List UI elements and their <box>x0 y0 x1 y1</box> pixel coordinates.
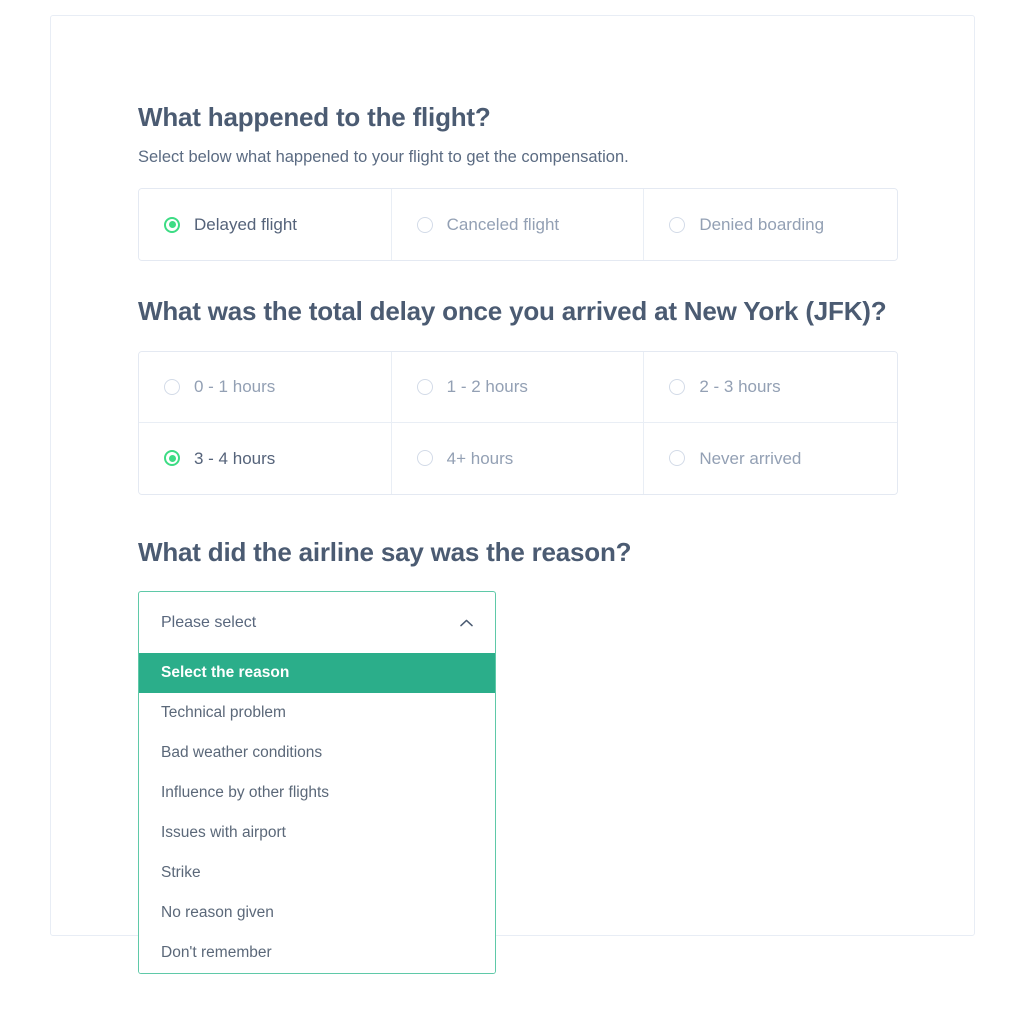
reason-option-dont-remember[interactable]: Don't remember <box>139 933 495 974</box>
page-root: What happened to the flight? Select belo… <box>0 0 1024 1024</box>
reason-option-select-the-reason[interactable]: Select the reason <box>139 653 495 694</box>
reason-option-influence-by-other-flights[interactable]: Influence by other flights <box>139 773 495 814</box>
radio-icon[interactable] <box>669 378 686 395</box>
option-never-arrived[interactable]: Never arrived <box>644 422 897 494</box>
reason-select: Please select Select the reason Technica… <box>138 591 496 975</box>
reason-option-label: Issues with airport <box>161 824 286 842</box>
option-denied-boarding[interactable]: Denied boarding <box>644 189 897 261</box>
radio-icon[interactable] <box>164 450 180 467</box>
reason-option-no-reason-given[interactable]: No reason given <box>139 893 495 934</box>
option-label: Never arrived <box>699 448 802 468</box>
option-4-plus-hours[interactable]: 4+ hours <box>391 422 645 494</box>
option-label: 0 - 1 hours <box>194 377 276 397</box>
option-label: Canceled flight <box>446 215 560 235</box>
reason-option-technical-problem[interactable]: Technical problem <box>139 693 495 734</box>
option-2-3-hours[interactable]: 2 - 3 hours <box>644 351 897 423</box>
reason-option-issues-with-airport[interactable]: Issues with airport <box>139 813 495 854</box>
total-delay-title: What was the total delay once you arrive… <box>138 296 887 327</box>
reason-option-label: Select the reason <box>161 664 290 682</box>
option-canceled-flight[interactable]: Canceled flight <box>391 189 645 261</box>
option-0-1-hours[interactable]: 0 - 1 hours <box>139 351 392 423</box>
reason-option-label: Strike <box>161 864 201 882</box>
section-total-delay: What was the total delay once you arrive… <box>138 294 898 495</box>
radio-icon[interactable] <box>416 216 433 233</box>
flight-event-option-group: Delayed flight Canceled flight Denied bo… <box>138 188 898 262</box>
reason-select-trigger[interactable]: Please select <box>138 591 496 654</box>
option-1-2-hours[interactable]: 1 - 2 hours <box>391 351 645 423</box>
reason-select-menu: Select the reason Technical problem Bad … <box>138 653 496 975</box>
radio-icon[interactable] <box>669 450 686 467</box>
page-title: What happened to the flight? <box>138 102 491 132</box>
option-3-4-hours[interactable]: 3 - 4 hours <box>139 422 392 494</box>
option-label: 4+ hours <box>446 448 514 468</box>
option-label: 3 - 4 hours <box>194 448 276 468</box>
reason-option-bad-weather-conditions[interactable]: Bad weather conditions <box>139 733 495 774</box>
total-delay-option-group: 0 - 1 hours 1 - 2 hours 2 - 3 hours 3 - … <box>138 350 898 495</box>
reason-option-strike[interactable]: Strike <box>139 853 495 894</box>
airline-reason-title: What did the airline say was the reason? <box>138 536 632 567</box>
radio-icon[interactable] <box>416 450 433 467</box>
radio-icon[interactable] <box>164 216 180 233</box>
chevron-up-icon[interactable] <box>460 619 473 627</box>
radio-icon[interactable] <box>164 378 180 395</box>
reason-option-label: Bad weather conditions <box>161 744 323 762</box>
radio-icon[interactable] <box>669 216 686 233</box>
flight-event-subtitle: Select below what happened to your fligh… <box>138 147 629 166</box>
option-label: 2 - 3 hours <box>699 377 781 397</box>
reason-select-value: Please select <box>161 613 257 631</box>
reason-option-label: Don't remember <box>161 944 272 962</box>
option-label: Denied boarding <box>699 215 825 235</box>
section-flight-event: What happened to the flight? Select belo… <box>138 100 898 262</box>
option-delayed-flight[interactable]: Delayed flight <box>139 189 392 261</box>
reason-option-label: No reason given <box>161 904 274 922</box>
reason-option-label: Technical problem <box>161 704 286 722</box>
radio-icon[interactable] <box>416 378 433 395</box>
reason-option-label: Influence by other flights <box>161 784 330 802</box>
compensation-form: What happened to the flight? Select belo… <box>138 100 898 975</box>
option-label: Delayed flight <box>194 215 298 235</box>
section-airline-reason: What did the airline say was the reason?… <box>138 535 898 975</box>
option-label: 1 - 2 hours <box>446 377 528 397</box>
